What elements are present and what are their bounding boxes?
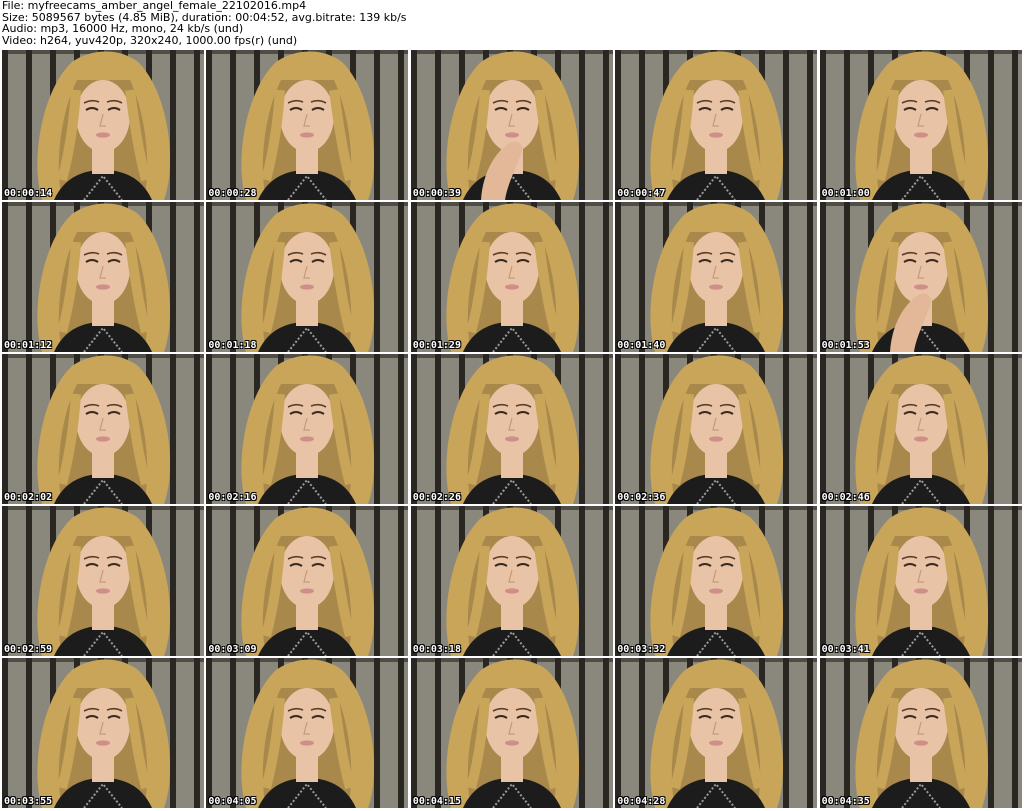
file-name-line: File: myfreecams_amber_angel_female_2210… bbox=[2, 0, 307, 12]
thumbnail: 00:01:18 bbox=[206, 202, 409, 352]
thumbnail: 00:04:28 bbox=[615, 658, 818, 808]
video-frame bbox=[615, 658, 818, 808]
video-frame bbox=[206, 658, 409, 808]
video-frame bbox=[819, 202, 1022, 352]
thumbnail: 00:01:00 bbox=[819, 50, 1022, 200]
timestamp-label: 00:03:09 bbox=[208, 644, 257, 655]
video-frame bbox=[206, 506, 409, 656]
thumbnail: 00:01:12 bbox=[2, 202, 204, 352]
video-frame bbox=[2, 506, 204, 656]
video-frame bbox=[410, 658, 613, 808]
timestamp-label: 00:02:02 bbox=[4, 492, 53, 503]
thumbnail: 00:00:39 bbox=[410, 50, 613, 200]
thumbnail: 00:00:14 bbox=[2, 50, 204, 200]
video-info-line: Video: h264, yuv420p, 320x240, 1000.00 f… bbox=[2, 34, 298, 47]
thumbnail: 00:01:40 bbox=[615, 202, 818, 352]
video-frame bbox=[206, 354, 409, 504]
thumbnail: 00:02:36 bbox=[615, 354, 818, 504]
video-frame bbox=[410, 506, 613, 656]
timestamp-label: 00:02:26 bbox=[412, 492, 461, 503]
timestamp-label: 00:03:18 bbox=[412, 644, 461, 655]
video-frame bbox=[410, 50, 613, 200]
thumbnail: 00:02:26 bbox=[410, 354, 613, 504]
timestamp-label: 00:00:28 bbox=[208, 188, 257, 199]
video-frame bbox=[819, 658, 1022, 808]
timestamp-label: 00:02:16 bbox=[208, 492, 257, 503]
thumbnail-grid: 00:00:14 00:00:28 00:00:39 00:00:47 00:01:00… bbox=[0, 50, 1024, 811]
video-frame bbox=[2, 658, 204, 808]
video-frame bbox=[615, 50, 818, 200]
video-frame bbox=[819, 354, 1022, 504]
video-frame bbox=[2, 202, 204, 352]
video-frame bbox=[819, 50, 1022, 200]
timestamp-label: 00:00:39 bbox=[412, 188, 461, 199]
timestamp-label: 00:04:15 bbox=[412, 796, 461, 807]
thumbnail: 00:00:47 bbox=[615, 50, 818, 200]
thumbnail: 00:02:02 bbox=[2, 354, 204, 504]
thumbnail: 00:02:59 bbox=[2, 506, 204, 656]
thumbnail: 00:03:09 bbox=[206, 506, 409, 656]
timestamp-label: 00:03:41 bbox=[821, 644, 870, 655]
timestamp-label: 00:01:40 bbox=[617, 340, 666, 351]
video-frame bbox=[615, 354, 818, 504]
thumbnail: 00:03:55 bbox=[2, 658, 204, 808]
timestamp-label: 00:03:32 bbox=[617, 644, 666, 655]
timestamp-label: 00:02:46 bbox=[821, 492, 870, 503]
timestamp-label: 00:01:29 bbox=[412, 340, 461, 351]
thumbnail: 00:01:53 bbox=[819, 202, 1022, 352]
audio-info-line: Audio: mp3, 16000 Hz, mono, 24 kb/s (und… bbox=[2, 23, 244, 35]
thumbnail: 00:03:41 bbox=[819, 506, 1022, 656]
timestamp-label: 00:04:35 bbox=[821, 796, 870, 807]
video-frame bbox=[206, 50, 409, 200]
timestamp-label: 00:01:18 bbox=[208, 340, 257, 351]
thumbnail: 00:02:46 bbox=[819, 354, 1022, 504]
thumbnail: 00:04:35 bbox=[819, 658, 1022, 808]
thumbnail: 00:00:28 bbox=[206, 50, 409, 200]
video-frame bbox=[2, 354, 204, 504]
timestamp-label: 00:00:47 bbox=[617, 188, 666, 199]
timestamp-label: 00:01:12 bbox=[4, 340, 53, 351]
timestamp-label: 00:04:28 bbox=[617, 796, 666, 807]
video-frame bbox=[206, 202, 409, 352]
timestamp-label: 00:02:59 bbox=[4, 644, 53, 655]
video-frame bbox=[410, 354, 613, 504]
thumbnail: 00:03:32 bbox=[615, 506, 818, 656]
timestamp-label: 00:01:53 bbox=[821, 340, 870, 351]
timestamp-label: 00:02:36 bbox=[617, 492, 666, 503]
thumbnail: 00:02:16 bbox=[206, 354, 409, 504]
video-frame bbox=[615, 506, 818, 656]
file-info-header: File: myfreecams_amber_angel_female_2210… bbox=[2, 0, 1022, 48]
video-frame bbox=[615, 202, 818, 352]
thumbnail: 00:04:05 bbox=[206, 658, 409, 808]
video-frame bbox=[819, 506, 1022, 656]
video-frame bbox=[410, 202, 613, 352]
timestamp-label: 00:04:05 bbox=[208, 796, 257, 807]
thumbnail: 00:03:18 bbox=[410, 506, 613, 656]
timestamp-label: 00:01:00 bbox=[821, 188, 870, 199]
thumbnail: 00:04:15 bbox=[410, 658, 613, 808]
thumbnail: 00:01:29 bbox=[410, 202, 613, 352]
video-frame bbox=[2, 50, 204, 200]
file-size-line: Size: 5089567 bytes (4.85 MiB), duration… bbox=[2, 11, 407, 24]
timestamp-label: 00:00:14 bbox=[4, 188, 53, 199]
timestamp-label: 00:03:55 bbox=[4, 796, 53, 807]
